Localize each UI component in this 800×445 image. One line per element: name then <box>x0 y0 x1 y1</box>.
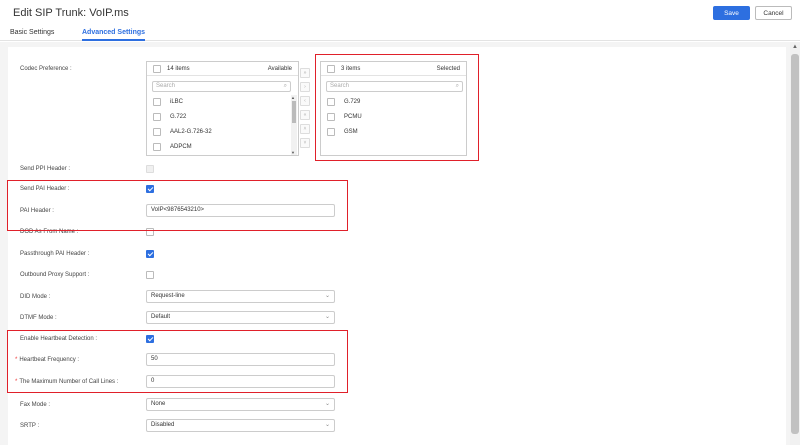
item-label: PCMU <box>344 114 362 120</box>
selected-list-header: 3 items Selected <box>321 62 466 76</box>
max-call-lines-label-text: The Maximum Number of Call Lines : <box>19 379 119 385</box>
selected-tag: Selected <box>436 66 460 72</box>
available-select-all-checkbox[interactable] <box>153 65 161 73</box>
available-list-scrollbar[interactable]: ▲ ▼ <box>291 95 297 155</box>
max-call-lines-input[interactable]: 0 <box>146 375 335 388</box>
selected-search-placeholder: Search <box>330 83 350 89</box>
passthrough-pai-header-checkbox[interactable] <box>146 250 154 258</box>
available-search-placeholder: Search <box>156 83 176 89</box>
dod-as-from-name-checkbox[interactable] <box>146 228 154 236</box>
fax-mode-select[interactable]: None ⌄ <box>146 398 335 411</box>
passthrough-pai-header-label: Passthrough PAI Header : <box>20 251 90 257</box>
outbound-proxy-support-checkbox[interactable] <box>146 271 154 279</box>
required-marker: * <box>15 357 18 363</box>
page-header: Edit SIP Trunk: VoIP.ms Save Cancel <box>0 0 800 28</box>
chevron-down-icon: ⌄ <box>324 314 330 320</box>
item-checkbox[interactable] <box>153 143 161 151</box>
item-checkbox[interactable] <box>153 98 161 106</box>
heartbeat-frequency-label-text: Heartbeat Frequency : <box>19 357 80 363</box>
item-label: iLBC <box>170 99 184 105</box>
codec-preference-label: Codec Preference : <box>20 66 72 72</box>
available-list-header: 14 items Available <box>147 62 298 76</box>
chevron-down-icon: ⌄ <box>324 293 330 299</box>
enable-heartbeat-checkbox[interactable] <box>146 335 154 343</box>
srtp-select[interactable]: Disabled ⌄ <box>146 419 335 432</box>
selected-select-all-checkbox[interactable] <box>327 65 335 73</box>
item-label: GSM <box>344 129 358 135</box>
item-checkbox[interactable] <box>327 113 335 121</box>
fax-mode-label: Fax Mode : <box>20 402 51 408</box>
item-checkbox[interactable] <box>153 128 161 136</box>
srtp-value: Disabled <box>151 422 175 428</box>
pai-header-input[interactable]: VoIP<9876543210> <box>146 204 335 217</box>
move-up-button[interactable]: ˄ <box>300 124 310 134</box>
send-ppi-header-label: Send PPI Header : <box>20 166 71 172</box>
send-ppi-header-checkbox[interactable] <box>146 165 154 173</box>
tab-basic-settings[interactable]: Basic Settings <box>10 28 54 41</box>
dtmf-mode-label: DTMF Mode : <box>20 315 57 321</box>
available-tag: Available <box>267 66 292 72</box>
scroll-thumb[interactable] <box>791 54 799 434</box>
item-checkbox[interactable] <box>153 113 161 121</box>
chevron-down-icon[interactable]: ▼ <box>291 150 295 155</box>
chevron-down-icon: ⌄ <box>324 401 330 407</box>
max-call-lines-label: * The Maximum Number of Call Lines : <box>15 379 119 385</box>
search-icon: ⌕ <box>455 83 459 89</box>
send-pai-header-label: Send PAI Header : <box>20 186 70 192</box>
did-mode-select[interactable]: Request-line ⌄ <box>146 290 335 303</box>
srtp-label: SRTP : <box>20 423 40 429</box>
fax-mode-value: None <box>151 401 166 407</box>
available-search-input[interactable]: Search ⌕ <box>152 81 291 92</box>
move-left-button[interactable]: ‹ <box>300 96 310 106</box>
heartbeat-frequency-input[interactable]: 50 <box>146 353 335 366</box>
chevron-up-icon[interactable]: ▲ <box>291 95 295 100</box>
available-codec-list: 14 items Available Search ⌕ iLBC G.722 A… <box>146 61 299 156</box>
available-count: 14 items <box>167 66 190 72</box>
heartbeat-frequency-label: * Heartbeat Frequency : <box>15 357 80 363</box>
move-all-left-button[interactable]: « <box>300 110 310 120</box>
tab-bar: Basic Settings Advanced Settings <box>0 28 800 41</box>
enable-heartbeat-label: Enable Heartbeat Detection : <box>20 336 98 342</box>
send-pai-header-checkbox[interactable] <box>146 185 154 193</box>
required-marker: * <box>15 379 18 385</box>
selected-codec-list: 3 items Selected Search ⌕ G.729 PCMU GSM <box>320 61 467 156</box>
save-button[interactable]: Save <box>713 6 750 20</box>
item-label: AAL2-G.726-32 <box>170 129 212 135</box>
item-checkbox[interactable] <box>327 128 335 136</box>
move-down-button[interactable]: ˅ <box>300 138 310 148</box>
page-title: Edit SIP Trunk: VoIP.ms <box>13 7 129 19</box>
chevron-down-icon: ⌄ <box>324 422 330 428</box>
item-label: G.722 <box>170 114 187 120</box>
scroll-up-icon[interactable]: ▲ <box>792 44 798 50</box>
cancel-button[interactable]: Cancel <box>755 6 792 20</box>
did-mode-label: DID Mode : <box>20 294 51 300</box>
item-label: G.729 <box>344 99 361 105</box>
move-right-button[interactable]: › <box>300 82 310 92</box>
move-all-right-button[interactable]: » <box>300 68 310 78</box>
available-scroll-thumb[interactable] <box>292 101 296 123</box>
did-mode-value: Request-line <box>151 293 185 299</box>
selected-search-input[interactable]: Search ⌕ <box>326 81 463 92</box>
selected-count: 3 items <box>341 66 361 72</box>
dtmf-mode-select[interactable]: Default ⌄ <box>146 311 335 324</box>
search-icon: ⌕ <box>283 83 287 89</box>
tab-advanced-settings[interactable]: Advanced Settings <box>82 28 146 41</box>
dtmf-mode-value: Default <box>151 314 171 320</box>
item-checkbox[interactable] <box>327 98 335 106</box>
dod-as-from-name-label: DOD As From Name : <box>20 229 79 235</box>
outbound-proxy-support-label: Outbound Proxy Support : <box>20 272 90 278</box>
item-label: ADPCM <box>170 144 192 150</box>
pai-header-label: PAI Header : <box>20 208 54 214</box>
page-scrollbar[interactable]: ▲ <box>790 42 800 445</box>
